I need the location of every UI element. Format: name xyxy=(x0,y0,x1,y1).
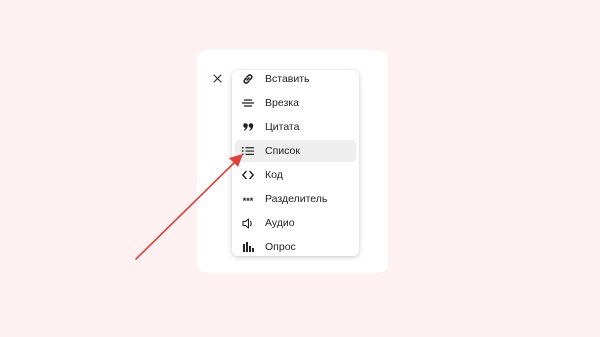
menu-item-inset[interactable]: Врезка xyxy=(235,92,356,114)
speaker-icon xyxy=(241,216,255,230)
list-icon xyxy=(241,144,255,158)
align-center-icon xyxy=(241,96,255,110)
insert-menu: Вставить Врезка Цитата Список Код *** Ра… xyxy=(232,70,359,256)
menu-item-quote[interactable]: Цитата xyxy=(235,116,356,138)
menu-item-label: Цитата xyxy=(265,121,300,133)
close-button[interactable] xyxy=(209,70,225,86)
bar-chart-icon xyxy=(241,240,255,254)
asterisks-icon: *** xyxy=(242,195,254,206)
menu-item-list[interactable]: Список xyxy=(235,140,356,162)
menu-item-audio[interactable]: Аудио xyxy=(235,212,356,234)
link-icon xyxy=(241,72,255,86)
menu-item-divider[interactable]: *** Разделитель xyxy=(235,188,356,210)
menu-item-poll[interactable]: Опрос xyxy=(235,236,356,256)
code-icon xyxy=(241,168,255,182)
menu-item-code[interactable]: Код xyxy=(235,164,356,186)
menu-item-label: Врезка xyxy=(265,97,299,109)
menu-item-insert[interactable]: Вставить xyxy=(235,70,356,90)
menu-item-label: Вставить xyxy=(265,73,310,85)
quote-icon xyxy=(241,120,255,134)
menu-item-label: Код xyxy=(265,169,283,181)
menu-item-label: Опрос xyxy=(265,241,296,253)
menu-item-label: Аудио xyxy=(265,217,295,229)
close-icon xyxy=(212,73,222,83)
menu-item-label: Разделитель xyxy=(265,193,328,205)
menu-item-label: Список xyxy=(265,145,300,157)
